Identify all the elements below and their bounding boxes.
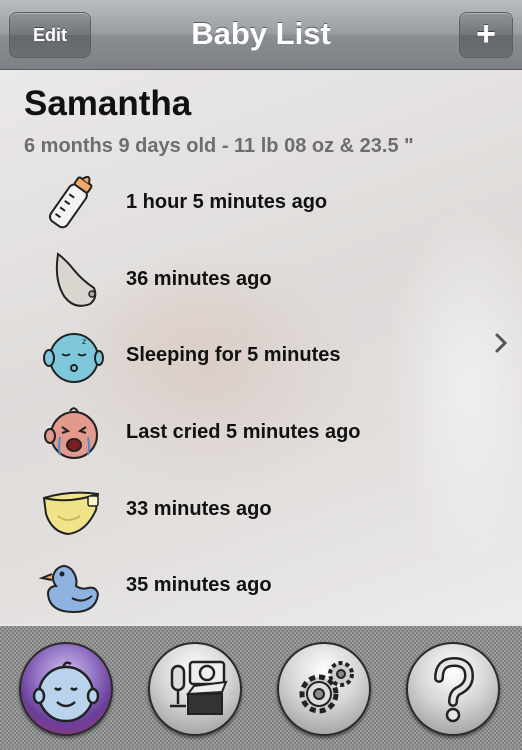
svg-text:z: z [82, 337, 86, 346]
page-title: Baby List [191, 16, 331, 51]
event-text: 36 minutes ago [126, 268, 272, 290]
bottle-icon [49, 175, 93, 229]
event-text: Sleeping for 5 minutes [126, 344, 341, 366]
list-item-feeding-bottle[interactable]: 1 hour 5 minutes ago [0, 169, 522, 239]
baby-name: Samantha [24, 84, 192, 123]
nursing-icon [55, 252, 97, 307]
list-item-crying[interactable]: Last cried 5 minutes ago [0, 399, 522, 469]
crying-baby-icon [44, 407, 98, 459]
rubber-duck-icon [38, 565, 100, 614]
add-baby-button[interactable]: + [459, 12, 513, 58]
sleeping-baby-icon: z [43, 333, 104, 383]
list-item-diaper[interactable]: 33 minutes ago [0, 476, 522, 546]
list-item-nursing[interactable]: 36 minutes ago [0, 246, 522, 316]
media-icon [170, 660, 228, 715]
event-text: 33 minutes ago [126, 498, 272, 520]
tab-bar [0, 624, 522, 750]
baby-age-weight-height: 6 months 9 days old - 11 lb 08 oz & 23.5… [24, 135, 414, 157]
tab-media[interactable] [148, 642, 242, 736]
chevron-right-icon[interactable] [494, 332, 508, 354]
list-item-bath[interactable]: 35 minutes ago [0, 552, 522, 622]
tab-settings[interactable] [277, 642, 371, 736]
list-item-sleeping[interactable]: z Sleeping for 5 minutes [0, 322, 522, 392]
baby-detail-panel: Samantha 6 months 9 days old - 11 lb 08 … [0, 70, 522, 624]
tab-help[interactable] [406, 642, 500, 736]
tab-babies[interactable] [19, 642, 113, 736]
baby-face-icon [32, 661, 100, 723]
gears-icon [299, 661, 354, 714]
event-text: 35 minutes ago [126, 574, 272, 596]
question-mark-icon [434, 656, 475, 723]
navigation-bar: Edit Baby List + [0, 0, 522, 70]
event-text: 1 hour 5 minutes ago [126, 191, 328, 213]
diaper-icon [42, 491, 100, 536]
event-text: Last cried 5 minutes ago [126, 421, 361, 443]
